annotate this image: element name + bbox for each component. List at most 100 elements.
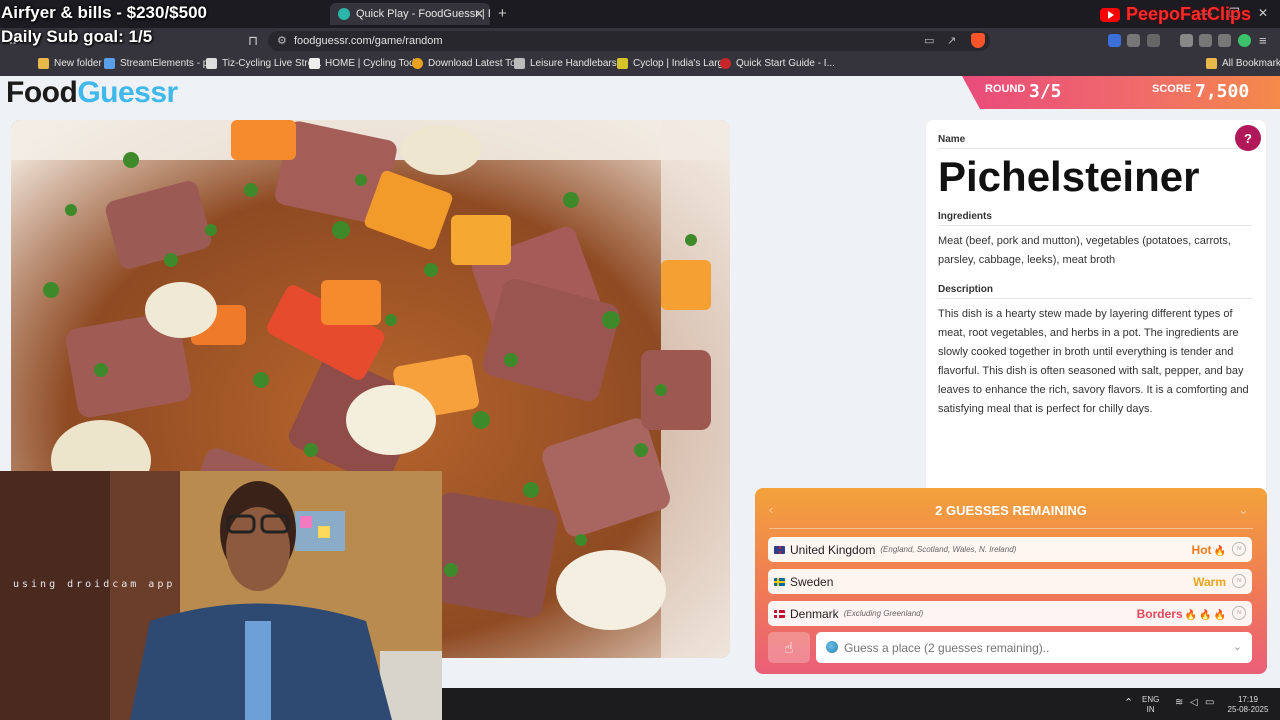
- bookmark-item[interactable]: Download Latest To...: [412, 58, 524, 69]
- battery-icon[interactable]: ▭: [1205, 698, 1214, 708]
- site-info-icon[interactable]: ⚙: [277, 34, 287, 47]
- guess-note: (England, Scotland, Wales, N. Ireland): [880, 545, 1017, 554]
- guess-result: Warm: [1193, 574, 1226, 589]
- guess-note: (Excluding Greenland): [843, 609, 924, 618]
- all-bookmarks[interactable]: All Bookmarks: [1206, 58, 1280, 69]
- dropdown-chevron-icon[interactable]: ⌄: [1233, 640, 1242, 653]
- bookmark-item[interactable]: New folder: [38, 58, 102, 69]
- close-tab-icon[interactable]: ✕: [474, 7, 484, 21]
- description-label: Description: [938, 284, 1252, 299]
- score-value: 7,500: [1195, 81, 1250, 102]
- bookmark-item[interactable]: Quick Start Guide - I...: [720, 58, 835, 69]
- channel-name: PeepoFatClips: [1126, 4, 1252, 24]
- ingredients-text: Meat (beef, pork and mutton), vegetables…: [938, 235, 1231, 266]
- guess-row: Denmark (Excluding Greenland) Borders 🔥 🔥 🔥…: [768, 601, 1252, 626]
- name-label: Name: [938, 134, 1252, 149]
- hand-pointer-icon: ☝: [784, 639, 794, 657]
- sub-goal-text: Daily Sub goal: 1/5: [1, 27, 153, 46]
- cast-icon[interactable]: ▭: [924, 34, 934, 47]
- guess-result: Hot 🔥: [1191, 542, 1226, 557]
- streamelements-icon: [104, 58, 115, 69]
- foodguessr-favicon-icon: [338, 8, 350, 20]
- dish-name: Pichelsteiner: [938, 153, 1200, 200]
- menu-icon[interactable]: ≡: [1259, 33, 1267, 48]
- taskbar: ⌃ ENG IN ≋ ◁ ▭ 17:19 25-08-2025: [442, 688, 1280, 720]
- brave-shields-icon[interactable]: [971, 33, 985, 48]
- flame-icon: 🔥: [1184, 609, 1198, 621]
- uk-flag-icon: [774, 545, 785, 554]
- guess-row: Sweden Warm N: [768, 569, 1252, 594]
- webcam-overlay: using droidcam app: [0, 471, 442, 720]
- active-tab[interactable]: Quick Play - FoodGuessr | FoodG ✕: [330, 3, 490, 25]
- download-site-icon: [412, 58, 423, 69]
- globe-icon: [826, 641, 838, 653]
- round-value: 3/5: [1029, 81, 1062, 102]
- droidcam-watermark: using droidcam app: [13, 579, 176, 590]
- guess-row: United Kingdom (England, Scotland, Wales…: [768, 537, 1252, 562]
- cyclop-icon: [617, 58, 628, 69]
- flame-icon: 🔥: [1213, 609, 1226, 621]
- bookmark-item[interactable]: Tiz-Cycling Live Stre...: [206, 58, 322, 69]
- guess-country: United Kingdom: [790, 542, 876, 557]
- pick-random-button[interactable]: ☝: [768, 632, 810, 663]
- bookmark-item[interactable]: HOME | Cycling Tod...: [309, 58, 423, 69]
- guide-icon: [720, 58, 731, 69]
- language-indicator[interactable]: ENG IN: [1142, 695, 1159, 715]
- dish-info-card: ? Name Pichelsteiner Ingredients Meat (b…: [926, 120, 1266, 500]
- profile-icon[interactable]: [1238, 34, 1251, 47]
- bookmarks-bar: New folder StreamElements - p... Tiz-Cyc…: [0, 54, 1280, 76]
- share-icon[interactable]: ↗: [947, 34, 956, 47]
- chevron-down-icon[interactable]: ⌄: [1238, 502, 1249, 518]
- close-window-icon[interactable]: ✕: [1258, 6, 1268, 20]
- guess-country: Denmark: [790, 606, 839, 621]
- denmark-flag-icon: [774, 609, 785, 618]
- guess-input-row: ☝ ⌄: [768, 632, 1252, 663]
- folder-icon: [38, 58, 49, 69]
- tray-chevron-icon[interactable]: ⌃: [1124, 698, 1133, 709]
- bookmark-item[interactable]: Leisure Handlebars...: [514, 58, 625, 69]
- screen: Quick Play - FoodGuessr | FoodG ✕ + — ❐ …: [0, 0, 1280, 720]
- flame-icon: 🔥: [1213, 545, 1226, 557]
- url-text: foodguessr.com/game/random: [294, 35, 443, 47]
- score-label: SCORE: [1152, 83, 1192, 95]
- new-tab-icon[interactable]: +: [498, 5, 507, 22]
- bookmark-page-icon[interactable]: ⊓: [248, 33, 258, 49]
- bookmark-item[interactable]: Cyclop | India's Larg...: [617, 58, 731, 69]
- wifi-icon[interactable]: ≋: [1175, 698, 1183, 708]
- guess-panel: ‹ 2 GUESSES REMAINING ⌄ United Kingdom (…: [755, 488, 1267, 674]
- address-bar[interactable]: ⚙ foodguessr.com/game/random ▭ ↗: [268, 31, 990, 51]
- help-icon[interactable]: ?: [1235, 125, 1261, 151]
- guess-result: Borders 🔥 🔥 🔥: [1136, 606, 1226, 621]
- extension-icon[interactable]: [1108, 34, 1121, 47]
- tab-title: Quick Play - FoodGuessr | FoodG: [356, 8, 490, 20]
- compass-icon: N: [1232, 542, 1246, 556]
- wallet-icon[interactable]: [1147, 34, 1160, 47]
- extensions-puzzle-icon[interactable]: [1127, 34, 1140, 47]
- compass-icon: N: [1232, 574, 1246, 588]
- guess-country: Sweden: [790, 574, 834, 589]
- leisure-icon: [514, 58, 525, 69]
- volume-icon[interactable]: ◁: [1190, 698, 1198, 708]
- sweden-flag-icon: [774, 577, 785, 586]
- media-icon[interactable]: [1180, 34, 1193, 47]
- ingredients-label: Ingredients: [938, 211, 1252, 226]
- channel-watermark: PeepoFatClips: [1100, 4, 1251, 25]
- donation-goal-text: Airfyer & bills - $230/$500: [1, 3, 208, 22]
- folder-icon: [1206, 58, 1217, 69]
- sidebar-icon[interactable]: [1199, 34, 1212, 47]
- foodguessr-logo[interactable]: FoodGuessr: [6, 76, 178, 110]
- description-text: This dish is a hearty stew made by layer…: [938, 308, 1249, 415]
- guess-input[interactable]: [816, 632, 1252, 663]
- vpn-icon[interactable]: [1218, 34, 1231, 47]
- webcam-feed: [0, 471, 442, 720]
- bookmark-item[interactable]: StreamElements - p...: [104, 58, 217, 69]
- clock[interactable]: 17:19 25-08-2025: [1226, 695, 1270, 715]
- compass-icon: N: [1232, 606, 1246, 620]
- divider: [769, 528, 1253, 529]
- tiz-icon: [206, 58, 217, 69]
- round-label: ROUND: [985, 83, 1026, 95]
- cycling-today-icon: [309, 58, 320, 69]
- flame-icon: 🔥: [1199, 609, 1212, 621]
- round-score-bar: ROUND 3/5 SCORE 7,500: [962, 76, 1280, 109]
- youtube-icon: [1100, 7, 1120, 22]
